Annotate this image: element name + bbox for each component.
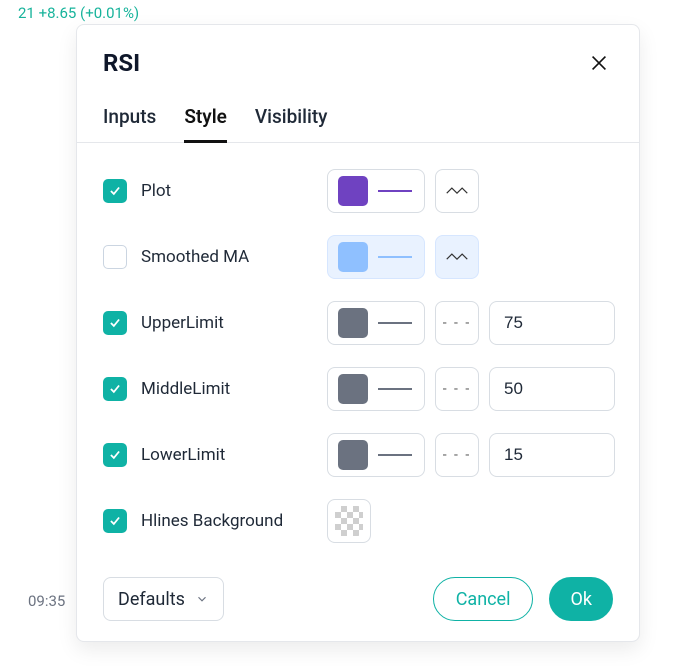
line-dash-middle[interactable]: - - -: [435, 367, 479, 411]
defaults-dropdown[interactable]: Defaults: [103, 577, 224, 621]
checkbox-middle-limit[interactable]: [103, 377, 127, 401]
label-lower-limit: LowerLimit: [141, 445, 225, 465]
cancel-button[interactable]: Cancel: [433, 577, 534, 621]
color-hlines-background[interactable]: [327, 499, 371, 543]
wave-icon: [446, 250, 468, 264]
label-smoothed-ma: Smoothed MA: [141, 247, 249, 267]
swatch-plot: [338, 176, 368, 206]
line-dash-upper[interactable]: - - -: [435, 301, 479, 345]
row-middle-limit: MiddleLimit - - -: [103, 365, 613, 413]
dash-icon: - - -: [443, 381, 472, 397]
line-sample-icon: [378, 256, 412, 258]
line-sample-icon: [378, 322, 412, 324]
label-plot: Plot: [141, 181, 171, 201]
close-button[interactable]: [585, 49, 613, 77]
color-line-lower[interactable]: [327, 433, 425, 477]
close-icon: [588, 52, 610, 74]
wave-icon: [446, 184, 468, 198]
color-line-middle[interactable]: [327, 367, 425, 411]
check-icon: [108, 448, 122, 462]
label-upper-limit: UpperLimit: [141, 313, 224, 333]
checkbox-hlines-background[interactable]: [103, 509, 127, 533]
color-line-upper[interactable]: [327, 301, 425, 345]
ok-button[interactable]: Ok: [549, 577, 613, 621]
label-middle-limit: MiddleLimit: [141, 379, 230, 399]
row-plot: Plot: [103, 167, 613, 215]
line-dash-lower[interactable]: - - -: [435, 433, 479, 477]
value-lower-limit[interactable]: [489, 433, 615, 477]
label-hlines-background: Hlines Background: [141, 511, 283, 531]
swatch-smoothed: [338, 242, 368, 272]
input-upper-limit[interactable]: [504, 313, 600, 333]
price-change-text: 21 +8.65 (+0.01%): [18, 4, 139, 22]
line-sample-icon: [378, 388, 412, 390]
chevron-down-icon: [195, 592, 209, 606]
value-middle-limit[interactable]: [489, 367, 615, 411]
dash-icon: - - -: [443, 315, 472, 331]
ok-label: Ok: [570, 589, 592, 610]
swatch-lower: [338, 440, 368, 470]
tabs: Inputs Style Visibility: [77, 83, 639, 143]
check-icon: [108, 316, 122, 330]
cancel-label: Cancel: [456, 589, 511, 610]
check-icon: [108, 382, 122, 396]
modal-body: Plot Smoothed: [77, 147, 639, 573]
color-line-plot[interactable]: [327, 169, 425, 213]
check-icon: [108, 514, 122, 528]
tab-visibility[interactable]: Visibility: [255, 101, 328, 142]
modal-footer: Defaults Cancel Ok: [77, 573, 639, 641]
input-middle-limit[interactable]: [504, 379, 600, 399]
checkbox-plot[interactable]: [103, 179, 127, 203]
check-icon: [108, 250, 122, 264]
swatch-middle: [338, 374, 368, 404]
color-line-smoothed-ma[interactable]: [327, 235, 425, 279]
time-axis-label: 09:35: [28, 592, 65, 610]
modal-title: RSI: [103, 49, 140, 77]
line-sample-icon: [378, 190, 412, 192]
indicator-settings-modal: RSI Inputs Style Visibility Plot: [76, 24, 640, 642]
check-icon: [108, 184, 122, 198]
line-type-smoothed-ma[interactable]: [435, 235, 479, 279]
checkbox-upper-limit[interactable]: [103, 311, 127, 335]
defaults-label: Defaults: [118, 589, 185, 610]
row-lower-limit: LowerLimit - - -: [103, 431, 613, 479]
line-type-plot[interactable]: [435, 169, 479, 213]
transparent-swatch-icon: [335, 506, 363, 536]
row-upper-limit: UpperLimit - - -: [103, 299, 613, 347]
row-hlines-background: Hlines Background: [103, 497, 613, 545]
dash-icon: - - -: [443, 447, 472, 463]
checkbox-smoothed-ma[interactable]: [103, 245, 127, 269]
value-upper-limit[interactable]: [489, 301, 615, 345]
swatch-upper: [338, 308, 368, 338]
input-lower-limit[interactable]: [504, 445, 600, 465]
tab-inputs[interactable]: Inputs: [103, 101, 156, 142]
tab-style[interactable]: Style: [184, 101, 227, 143]
checkbox-lower-limit[interactable]: [103, 443, 127, 467]
row-smoothed-ma: Smoothed MA: [103, 233, 613, 281]
line-sample-icon: [378, 454, 412, 456]
